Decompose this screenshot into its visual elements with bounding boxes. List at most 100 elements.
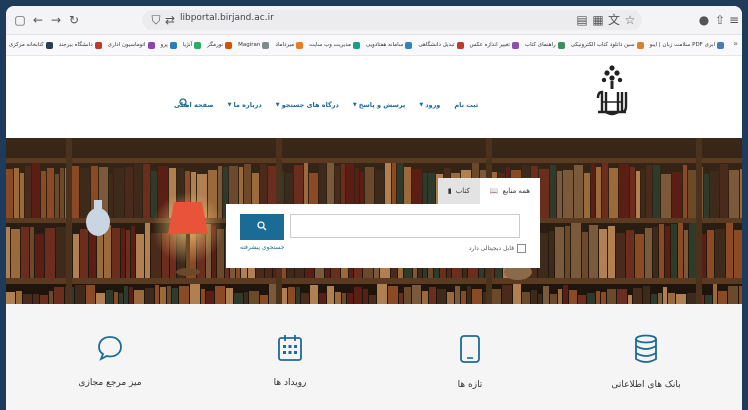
book-spine	[319, 293, 326, 304]
bookmark-item[interactable]: راهنمای کتاب	[525, 41, 565, 49]
bookmark-favicon-icon	[225, 41, 233, 49]
nav-register[interactable]: ثبت نام	[454, 101, 478, 109]
book-spine	[363, 289, 368, 304]
book-spine	[557, 171, 562, 218]
bookmark-item[interactable]: تغییر اندازه عکس	[470, 41, 519, 49]
bookmark-label: تبدیل دانشگاهی	[418, 42, 455, 48]
book-spine	[658, 293, 662, 304]
bookmark-item[interactable]: میرداماد	[275, 41, 304, 49]
book-spine	[513, 284, 521, 304]
bookmark-item[interactable]: تبدیل دانشگاهی	[418, 41, 464, 49]
bookmark-item[interactable]: سلامت زبان | ایبو PDF ابری	[649, 41, 724, 49]
chevron-down-icon: ▼	[227, 102, 232, 108]
bookmark-item[interactable]: دانشگاه بیرجند	[59, 41, 102, 49]
book-spine	[584, 173, 590, 218]
bookmark-label: نورمگز	[207, 42, 224, 48]
bookmark-item[interactable]: آنژیا	[183, 41, 202, 49]
extension-icon[interactable]: ●	[696, 12, 712, 28]
book-spine	[80, 168, 90, 218]
book-spine	[550, 294, 557, 304]
nav-login[interactable]: ورود ▼	[419, 101, 440, 109]
book-spine	[558, 289, 562, 304]
book-spine	[342, 293, 346, 304]
bookmark-item[interactable]: مدیریت وب سایت	[309, 41, 361, 49]
bookmark-favicon-icon	[194, 41, 202, 49]
bookmark-favicon-icon	[511, 41, 519, 49]
book-spine	[327, 286, 334, 304]
book-spine	[14, 168, 19, 218]
search-button[interactable]	[240, 214, 284, 240]
book-spine	[201, 289, 205, 304]
nav-qa[interactable]: پرسش و پاسخ ▼	[353, 101, 405, 109]
more-bookmarks-icon[interactable]: »	[733, 39, 738, 48]
book-spine	[429, 287, 436, 304]
tab-list-icon[interactable]: ▢	[12, 12, 28, 28]
book-spine	[651, 294, 657, 304]
book-spine	[404, 287, 411, 304]
book-spine	[653, 227, 658, 278]
bookmark-item[interactable]: اتوماسیون اداری	[108, 41, 155, 49]
back-icon[interactable]: ←	[30, 12, 46, 28]
service-virtual-reference-label: میز مرجع مجازی	[78, 378, 142, 388]
service-virtual-reference[interactable]: میز مرجع مجازی	[50, 334, 170, 389]
book-spine	[630, 167, 635, 218]
book-spine	[472, 289, 482, 304]
translate-icon[interactable]: 文	[606, 12, 622, 28]
reader-view-icon[interactable]: ▤	[574, 12, 590, 28]
bookmark-favicon-icon	[557, 41, 565, 49]
bookmark-item[interactable]: پرو	[161, 41, 177, 49]
browser-toolbar: ▢ ← → ↻ ⛉ ⇄ libportal.birjand.ac.ir ▤ ▦ …	[6, 6, 742, 35]
service-events[interactable]: رویداد ها	[230, 334, 350, 389]
menu-icon[interactable]: ≡	[726, 12, 742, 28]
book-spine	[151, 171, 157, 218]
tab-book-label: کتاب	[455, 187, 470, 195]
bookmark-star-icon[interactable]: ☆	[622, 12, 638, 28]
reload-icon[interactable]: ↻	[66, 12, 82, 28]
book-spine	[659, 224, 664, 278]
book-spine	[126, 230, 130, 278]
book-spine	[47, 168, 54, 218]
advanced-search-link[interactable]: جستجوی پیشرفته	[240, 244, 285, 251]
book-spine	[596, 291, 600, 304]
book-spine	[587, 293, 595, 304]
nav-portals[interactable]: درگاه های جستجو ▼	[276, 101, 339, 109]
search-icon[interactable]	[179, 98, 189, 108]
address-bar[interactable]: ⛉ ⇄ libportal.birjand.ac.ir ▤ ▦ 文 ☆	[142, 10, 642, 30]
bookmark-item[interactable]: Magiran	[238, 41, 270, 49]
tab-all-resources[interactable]: 📖 همه منابع	[479, 178, 540, 204]
digital-checkbox[interactable]	[517, 244, 526, 253]
book-spine	[718, 291, 727, 304]
service-news[interactable]: تازه ها	[410, 334, 530, 391]
bookmark-item[interactable]: سین دانلود کتاب الکترونیکی	[571, 41, 644, 49]
chat-bubble-icon	[98, 336, 122, 361]
book-spine	[715, 229, 725, 278]
book-spine	[16, 291, 22, 304]
digital-filter[interactable]: قابل دیجیتالی دارد	[469, 244, 526, 253]
book-spine	[643, 286, 650, 304]
book-spine	[574, 165, 583, 218]
book-spine	[543, 286, 549, 304]
search-input[interactable]	[290, 214, 520, 238]
forward-icon[interactable]: →	[48, 12, 64, 28]
book-spine	[335, 292, 341, 304]
bookmark-item[interactable]: سامانه هفتادویی	[366, 41, 413, 49]
book-open-icon: 📖	[489, 187, 499, 195]
book-spine	[578, 295, 586, 304]
book-spine	[619, 164, 629, 218]
service-databases[interactable]: بانک های اطلاعاتی	[586, 334, 706, 391]
nav-about-label: درباره ما	[233, 101, 262, 109]
nav-about[interactable]: درباره ما ▼	[228, 101, 262, 109]
permissions-icon[interactable]: ⇄	[162, 12, 178, 28]
page-info-icon[interactable]: ▦	[590, 12, 606, 28]
book-spine	[412, 285, 421, 304]
bookmark-item[interactable]: نورمگز	[207, 41, 233, 49]
book-spine	[565, 226, 570, 278]
bookmark-favicon-icon	[147, 41, 155, 49]
tab-book[interactable]: ▮ کتاب	[437, 178, 480, 204]
search-tabs: 📖 همه منابع ▮ کتاب	[437, 178, 540, 204]
book-spine	[672, 172, 682, 218]
book-spine	[549, 231, 554, 278]
book-spine	[244, 292, 248, 304]
bookmark-label: سلامت زبان | ایبو PDF ابری	[649, 42, 715, 48]
bookmark-item[interactable]: کتابخانه مرکزی	[9, 41, 53, 49]
